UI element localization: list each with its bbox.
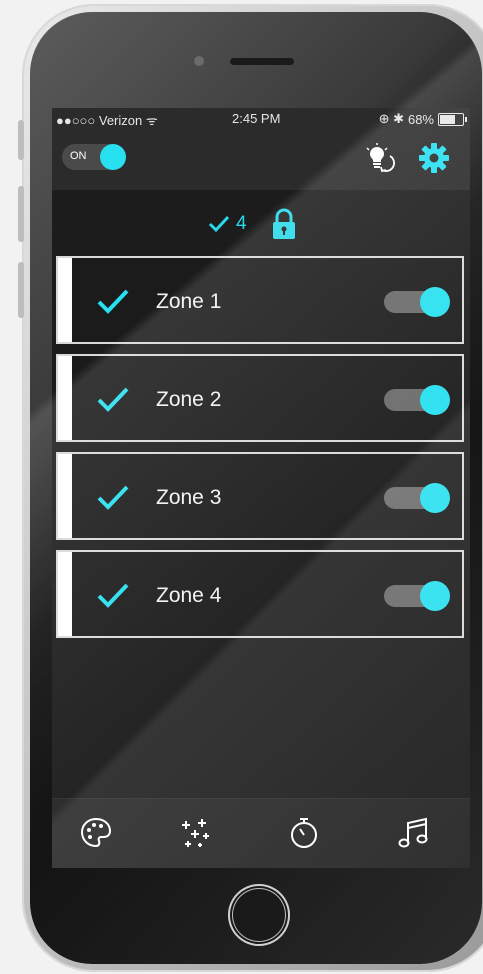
battery-percent: 68% [407, 111, 434, 127]
check-icon[interactable] [96, 582, 130, 610]
lock-icon[interactable] [271, 208, 297, 240]
zone-label: Zone 3 [156, 486, 222, 509]
zone-color-strip [58, 356, 72, 440]
zone-toggle[interactable] [384, 385, 450, 415]
master-power-toggle[interactable]: ON [62, 144, 126, 170]
battery-icon [438, 112, 467, 126]
zone-label: Zone 4 [156, 584, 222, 607]
status-icons: ⊕ ✱ [378, 111, 404, 126]
zone-toggle[interactable] [384, 581, 450, 611]
zone-color-strip [58, 552, 72, 636]
volume-up-button [18, 186, 24, 242]
active-zones-summary: 4 [208, 208, 297, 240]
toggle-knob [420, 581, 450, 611]
check-icon[interactable] [96, 386, 130, 414]
carrier-signal: ●●○○○ Verizon ᯤ [56, 113, 158, 128]
zone-row[interactable]: Zone 3 [56, 452, 464, 540]
zone-row[interactable]: Zone 4 [56, 550, 464, 638]
gear-icon[interactable] [418, 142, 450, 174]
home-button[interactable] [228, 884, 290, 946]
zone-label: Zone 2 [156, 388, 222, 411]
music-note-icon[interactable] [396, 815, 432, 851]
check-icon [208, 215, 230, 233]
toggle-knob [420, 483, 450, 513]
toggle-knob [420, 385, 450, 415]
battery-status: ⊕ ✱ 68% [378, 111, 467, 127]
zone-color-strip [58, 258, 72, 342]
front-camera [194, 56, 204, 66]
mute-switch [18, 120, 24, 160]
zone-row[interactable]: Zone 1 [56, 256, 464, 344]
timer-icon[interactable] [286, 815, 322, 851]
app-header: ON [52, 130, 470, 190]
earpiece-speaker [230, 58, 294, 65]
active-zone-count: 4 [236, 213, 247, 234]
bulb-cycle-icon[interactable] [364, 142, 398, 176]
zone-toggle[interactable] [384, 287, 450, 317]
bottom-tab-bar [52, 798, 470, 868]
zone-color-strip [58, 454, 72, 538]
master-toggle-label: ON [70, 150, 87, 162]
toggle-knob [420, 287, 450, 317]
toggle-knob [100, 144, 126, 170]
zone-row[interactable]: Zone 2 [56, 354, 464, 442]
volume-down-button [18, 262, 24, 318]
sparkles-icon[interactable] [178, 815, 214, 851]
status-bar: ●●○○○ Verizon ᯤ 2:45 PM ⊕ ✱ 68% [52, 108, 470, 130]
zone-toggle[interactable] [384, 483, 450, 513]
check-icon[interactable] [96, 288, 130, 316]
palette-icon[interactable] [78, 815, 114, 851]
check-icon[interactable] [96, 484, 130, 512]
zone-label: Zone 1 [156, 290, 222, 313]
clock: 2:45 PM [232, 111, 281, 126]
app-screen: ●●○○○ Verizon ᯤ 2:45 PM ⊕ ✱ 68% ON 4 Zon… [52, 108, 470, 868]
